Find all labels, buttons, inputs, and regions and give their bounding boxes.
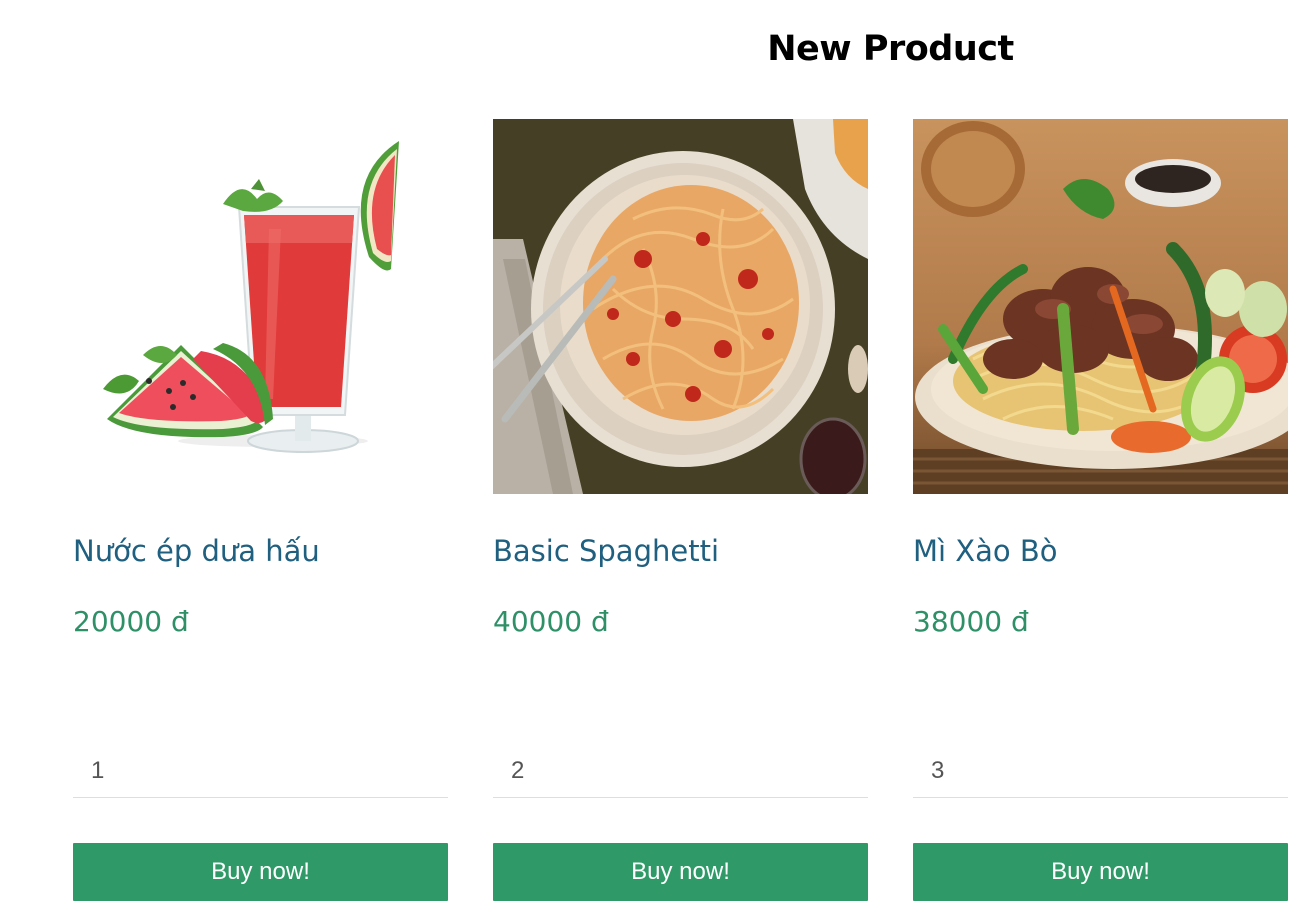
product-price: 20000 đ	[73, 605, 189, 638]
spaghetti-image	[493, 119, 868, 494]
product-card: Nước ép dưa hấu 20000 đ Buy now!	[73, 119, 448, 901]
product-name[interactable]: Mì Xào Bò	[913, 531, 1058, 571]
quantity-input[interactable]	[493, 744, 868, 798]
product-name[interactable]: Nước ép dưa hấu	[73, 531, 320, 571]
buy-now-button[interactable]: Buy now!	[493, 843, 868, 901]
quantity-input[interactable]	[73, 744, 448, 798]
product-card: Mì Xào Bò 38000 đ Buy now!	[913, 119, 1288, 901]
buy-now-button[interactable]: Buy now!	[913, 843, 1288, 901]
watermelon-juice-image	[73, 119, 448, 494]
stir-fried-beef-noodles-image	[913, 119, 1288, 494]
product-price: 38000 đ	[913, 605, 1029, 638]
quantity-input[interactable]	[913, 744, 1288, 798]
product-image[interactable]	[73, 119, 448, 494]
product-price: 40000 đ	[493, 605, 609, 638]
section-title: New Product	[767, 29, 1014, 69]
product-name[interactable]: Basic Spaghetti	[493, 531, 719, 571]
buy-now-button[interactable]: Buy now!	[73, 843, 448, 901]
product-card: Basic Spaghetti 40000 đ Buy now!	[493, 119, 868, 901]
product-image[interactable]	[493, 119, 868, 494]
product-image[interactable]	[913, 119, 1288, 494]
